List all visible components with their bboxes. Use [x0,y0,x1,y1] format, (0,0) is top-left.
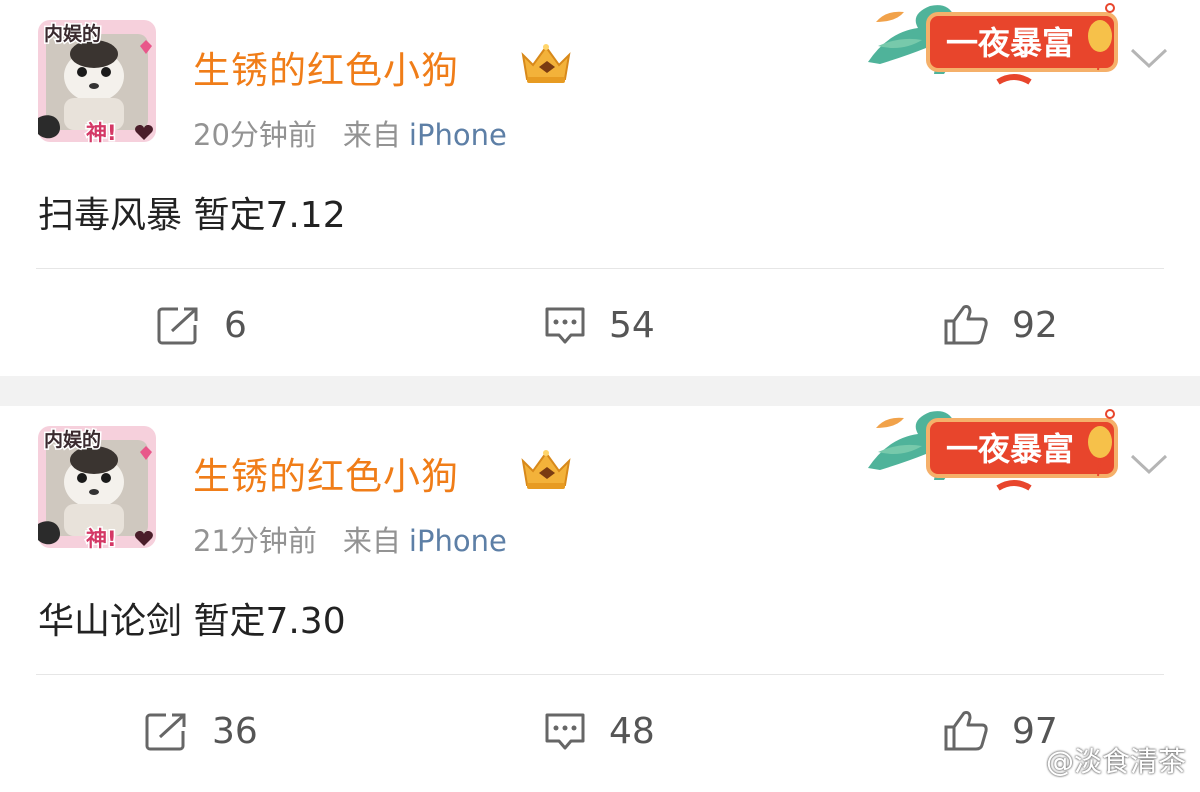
watermark-text: @淡食清茶 [1045,745,1186,778]
username[interactable]: 生锈的红色小狗 [193,446,459,500]
repost-button[interactable]: 36 [144,706,258,756]
source-device-link[interactable]: iPhone [409,524,507,558]
post-meta: 20分钟前 来自 iPhone [193,112,507,154]
decorative-badge[interactable]: 一夜暴富 [848,0,1124,88]
like-count: 92 [1012,304,1058,346]
chevron-down-icon[interactable] [1124,444,1174,484]
repost-icon [145,713,186,751]
source-label: 来自 [342,118,401,152]
comment-button[interactable]: 54 [543,300,655,350]
post-meta: 21分钟前 来自 iPhone [193,518,507,560]
crown-icon[interactable] [517,39,575,87]
repost-button[interactable]: 6 [156,300,247,350]
divider [36,268,1164,269]
post-separator [0,376,1200,406]
avatar[interactable]: 内娱的 神! [32,420,162,554]
post-text: 扫毒风暴 暂定7.12 [38,195,346,236]
repost-count: 6 [224,304,247,346]
comment-button[interactable]: 48 [543,706,655,756]
post-time: 21分钟前 [193,524,317,558]
like-icon [944,305,988,345]
comment-count: 54 [609,304,655,346]
like-button[interactable]: 92 [942,300,1058,350]
comment-icon [545,713,585,750]
avatar-sticker-bottom: 神! [86,527,117,551]
weibo-logo-icon [1006,751,1040,776]
crown-icon[interactable] [517,445,575,493]
avatar-sticker-bottom: 神! [86,121,117,145]
watermark: @淡食清茶 [1006,740,1186,780]
feed-post[interactable]: 内娱的 神! 生锈的红色小狗 20分钟前 来自 iPhone 一夜暴富 扫毒风暴 暂… [0,0,1200,376]
repost-count: 36 [212,710,258,752]
source-label: 来自 [342,524,401,558]
avatar[interactable]: 内娱的 神! [32,14,162,148]
post-text: 华山论剑 暂定7.30 [38,601,346,642]
username[interactable]: 生锈的红色小狗 [193,40,459,94]
chevron-down-icon[interactable] [1124,38,1174,78]
avatar-sticker-top: 内娱的 [44,428,101,451]
divider [36,674,1164,675]
badge-text: 一夜暴富 [946,430,1074,468]
feed-post[interactable]: 内娱的 神! 生锈的红色小狗 21分钟前 来自 iPhone 一夜暴富 华山论剑 暂… [0,406,1200,792]
decorative-badge[interactable]: 一夜暴富 [848,406,1124,494]
comment-icon [545,307,585,344]
post-time: 20分钟前 [193,118,317,152]
comment-count: 48 [609,710,655,752]
avatar-sticker-top: 内娱的 [44,22,101,45]
source-device-link[interactable]: iPhone [409,118,507,152]
repost-icon [157,307,198,345]
like-icon [944,711,988,751]
badge-text: 一夜暴富 [946,24,1074,62]
